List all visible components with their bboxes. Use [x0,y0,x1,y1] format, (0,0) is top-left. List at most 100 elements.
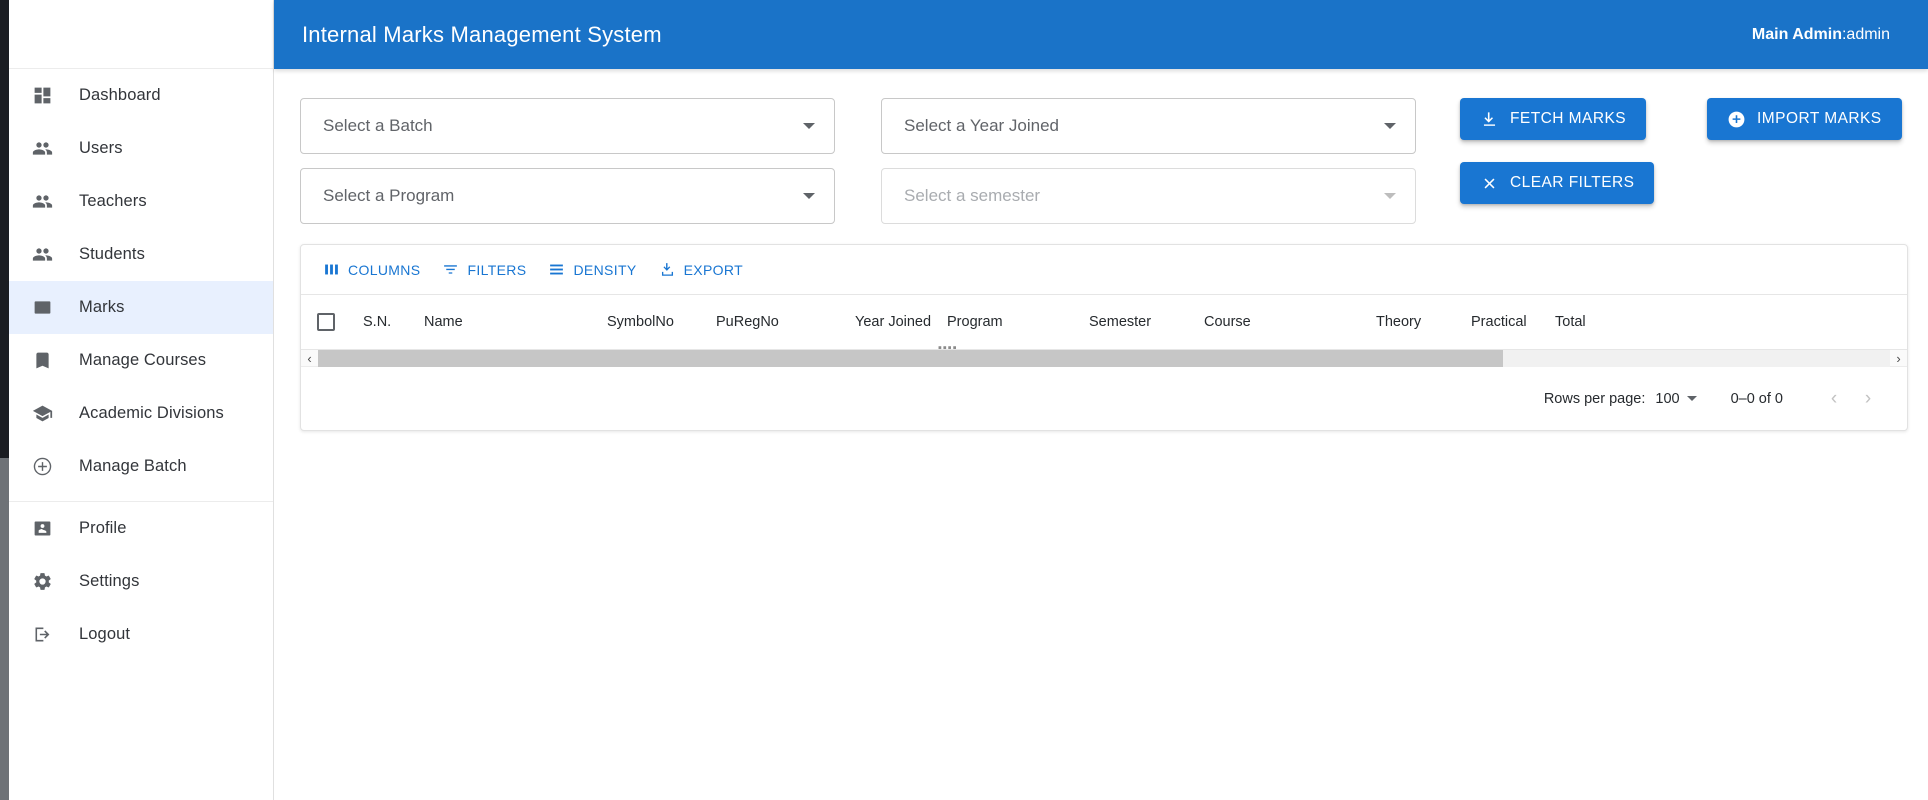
density-button[interactable]: DENSITY [540,255,644,285]
select-batch[interactable]: Select a Batch [300,98,835,154]
marks-icon [30,296,54,320]
marks-data-grid: COLUMNS FILTERS DENSITY EXPORT S.N. Name… [300,244,1908,431]
rows-per-page-select[interactable]: 100 [1655,390,1697,407]
chevron-down-icon [1384,193,1396,199]
action-row-1: FETCH MARKS IMPORT MARKS [1460,98,1902,140]
sidebar-item-label: Logout [79,625,131,643]
graduation-cap-icon [30,402,54,426]
column-header-semester[interactable]: Semester [1089,314,1151,330]
column-header-puregno[interactable]: PuRegNo [716,314,779,330]
people-icon [30,137,54,161]
import-marks-label: IMPORT MARKS [1757,110,1882,127]
sidebar-item-label: Marks [79,298,125,316]
next-page-button[interactable]: › [1851,382,1885,416]
select-semester[interactable]: Select a semester [881,168,1416,224]
dashboard-icon [30,84,54,108]
sidebar-item-label: Dashboard [79,86,161,104]
grid-header-row: S.N. Name SymbolNo PuRegNo Year Joined P… [301,294,1907,350]
select-semester-value: Select a semester [904,186,1041,205]
filter-actions: FETCH MARKS IMPORT MARKS CLEAR FILTERS [1460,98,1902,204]
sidebar-item-users[interactable]: Users [9,122,273,175]
select-all-checkbox[interactable] [317,313,335,331]
column-header-symbolno[interactable]: SymbolNo [607,314,674,330]
grid-pagination: Rows per page: 100 0–0 of 0 ‹ › [301,367,1907,430]
columns-button[interactable]: COLUMNS [315,255,428,285]
column-header-program[interactable]: Program [947,314,1003,330]
sidebar-item-manage-courses[interactable]: Manage Courses [9,334,273,387]
page-scrollbar-thumb[interactable] [0,0,9,458]
filter-row-1: Select a Batch Select a Year Joined [300,98,1416,154]
select-program-value: Select a Program [323,186,455,205]
export-label: EXPORT [683,261,744,278]
sidebar-item-academic-divisions[interactable]: Academic Divisions [9,387,273,440]
density-icon [548,261,565,278]
rows-per-page-label: Rows per page: [1543,390,1646,407]
chevron-down-icon [803,193,815,199]
pagination-range: 0–0 of 0 [1730,390,1783,407]
filter-selects: Select a Batch Select a Year Joined Sele… [300,98,1416,224]
page-scrollbar-track-lower[interactable] [0,458,9,800]
column-header-name[interactable]: Name [424,314,463,330]
plus-circle-icon [30,455,54,479]
export-icon [659,261,676,278]
grid-horizontal-scrollbar[interactable]: ‹ ▪▪▪▪ › [301,342,1907,367]
sidebar-item-label: Profile [79,519,127,537]
sidebar-item-students[interactable]: Students [9,228,273,281]
sidebar-item-marks[interactable]: Marks [9,281,273,334]
page-title: Internal Marks Management System [302,21,662,47]
previous-page-button[interactable]: ‹ [1817,382,1851,416]
fetch-marks-button[interactable]: FETCH MARKS [1460,98,1647,140]
sidebar-item-label: Students [79,245,145,263]
sidebar-item-profile[interactable]: Profile [9,502,273,555]
column-header-year-joined[interactable]: Year Joined [855,314,931,330]
sidebar-item-label: Teachers [79,192,147,210]
sidebar-item-manage-batch[interactable]: Manage Batch [9,440,273,493]
fetch-marks-label: FETCH MARKS [1510,110,1627,127]
sidebar-item-label: Users [79,139,123,157]
plus-circle-filled-icon [1727,110,1746,129]
people-icon [30,190,54,214]
user-identity: Main Admin:admin [1752,26,1890,44]
rows-per-page-value: 100 [1655,390,1680,407]
page-scrollbar-rail[interactable] [0,0,9,800]
download-icon [1480,110,1499,129]
scrollbar-track[interactable]: ▪▪▪▪ [318,342,1890,367]
sidebar-item-dashboard[interactable]: Dashboard [9,69,273,122]
select-year-joined[interactable]: Select a Year Joined [881,98,1416,154]
people-icon [30,243,54,267]
scroll-left-arrow[interactable]: ‹ [301,350,318,367]
content-area: Select a Batch Select a Year Joined Sele… [274,69,1928,800]
sidebar-item-logout[interactable]: Logout [9,608,273,661]
chevron-down-icon [803,123,815,129]
filters-toolbar: Select a Batch Select a Year Joined Sele… [300,98,1928,224]
clear-filters-button[interactable]: CLEAR FILTERS [1460,162,1655,204]
logout-icon [30,623,54,647]
sidebar-item-teachers[interactable]: Teachers [9,175,273,228]
sidebar-secondary-group: Profile Settings Logout [9,502,273,661]
select-year-joined-value: Select a Year Joined [904,116,1060,135]
main-area: Internal Marks Management System Main Ad… [274,0,1928,800]
bookmark-icon [30,349,54,373]
column-header-practical[interactable]: Practical [1471,314,1527,330]
columns-label: COLUMNS [348,261,421,278]
filters-button[interactable]: FILTERS [434,255,534,285]
sidebar-item-label: Manage Batch [79,457,187,475]
filters-label: FILTERS [467,261,527,278]
scroll-right-arrow[interactable]: › [1890,350,1907,367]
user-role-label: Main Admin [1751,25,1842,43]
column-header-total[interactable]: Total [1555,314,1586,330]
gear-icon [30,570,54,594]
export-button[interactable]: EXPORT [651,255,751,285]
sidebar-item-settings[interactable]: Settings [9,555,273,608]
columns-icon [323,261,340,278]
select-program[interactable]: Select a Program [300,168,835,224]
column-header-theory[interactable]: Theory [1376,314,1421,330]
scrollbar-thumb[interactable] [318,349,1503,367]
column-header-course[interactable]: Course [1204,314,1251,330]
account-box-icon [30,517,54,541]
sidebar-item-label: Settings [79,572,140,590]
user-name-label: :admin [1841,25,1890,43]
import-marks-button[interactable]: IMPORT MARKS [1707,98,1902,140]
column-header-sn[interactable]: S.N. [363,314,391,330]
sidebar: Dashboard Users Teachers Students Marks … [9,0,274,800]
